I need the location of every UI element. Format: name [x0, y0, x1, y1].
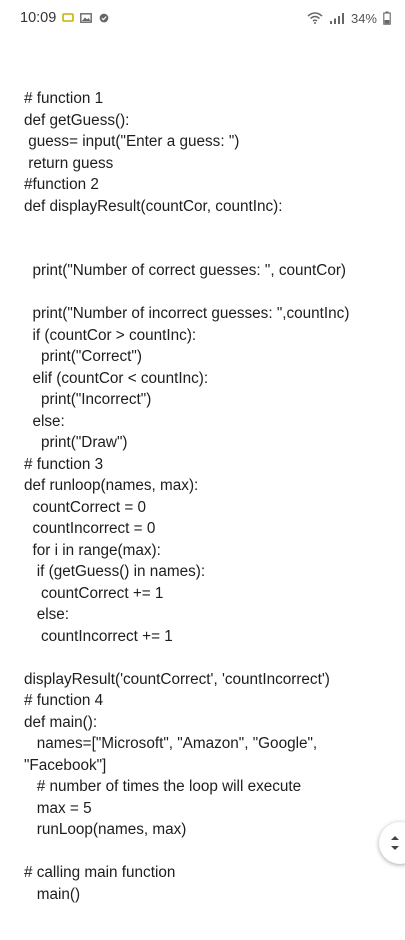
code-line: countCorrect += 1: [24, 584, 164, 602]
wifi-icon: [307, 12, 323, 24]
code-line: print("Draw"): [24, 434, 128, 451]
image-notification-icon: [80, 13, 93, 23]
code-line: elif (countCor < countInc):: [24, 369, 209, 387]
code-line: max = 5: [24, 799, 92, 817]
code-line: countCorrect = 0: [24, 498, 147, 516]
code-line: displayResult('countCorrect', 'countInco…: [24, 670, 330, 688]
chat-notification-icon: [62, 13, 75, 22]
code-line: guess= input("Enter a guess: "): [24, 133, 240, 150]
code-line: names=["Microsoft", "Amazon", "Google",: [24, 735, 318, 752]
code-line: # calling main function: [24, 864, 176, 881]
code-line: if (countCor > countInc):: [24, 326, 197, 344]
code-line: for i in range(max):: [24, 541, 161, 559]
status-bar: 10:09 34%: [0, 0, 405, 36]
status-right: 34%: [307, 11, 391, 26]
code-line: else:: [24, 606, 70, 623]
status-left: 10:09: [20, 10, 110, 26]
code-line: else:: [24, 412, 65, 430]
code-line: def runloop(names, max):: [24, 477, 199, 494]
battery-icon: [383, 11, 391, 25]
code-line: #function 2: [24, 176, 99, 193]
code-line: print("Incorrect"): [24, 391, 152, 408]
scroll-up-down-icon: [391, 836, 399, 850]
code-line: return guess: [24, 154, 114, 172]
code-line: print("Number of incorrect guesses: ",co…: [24, 305, 350, 322]
code-line: def displayResult(countCor, countInc):: [24, 197, 283, 215]
code-line: def getGuess():: [24, 111, 130, 129]
code-content: # function 1 def getGuess(): guess= input…: [24, 88, 386, 905]
code-line: countIncorrect = 0: [24, 520, 156, 537]
code-line: print("Number of correct guesses: ", cou…: [24, 262, 347, 279]
code-line: # function 3: [24, 455, 104, 473]
no-disturb-icon: [99, 13, 109, 23]
code-line: # function 1: [24, 90, 104, 107]
code-line: countIncorrect += 1: [24, 627, 173, 645]
code-line: def main():: [24, 713, 98, 731]
signal-icon: [329, 13, 344, 24]
battery-percentage: 34%: [350, 10, 377, 26]
code-line: print("Correct"): [24, 348, 142, 365]
code-line: # number of times the loop will execute: [24, 778, 302, 795]
code-line: # function 4: [24, 692, 104, 709]
code-line: if (getGuess() in names):: [24, 563, 206, 580]
status-time: 10:09: [20, 10, 57, 26]
code-line: runLoop(names, max): [24, 821, 187, 838]
code-line: main(): [24, 885, 81, 903]
code-line: "Facebook"]: [24, 756, 107, 774]
